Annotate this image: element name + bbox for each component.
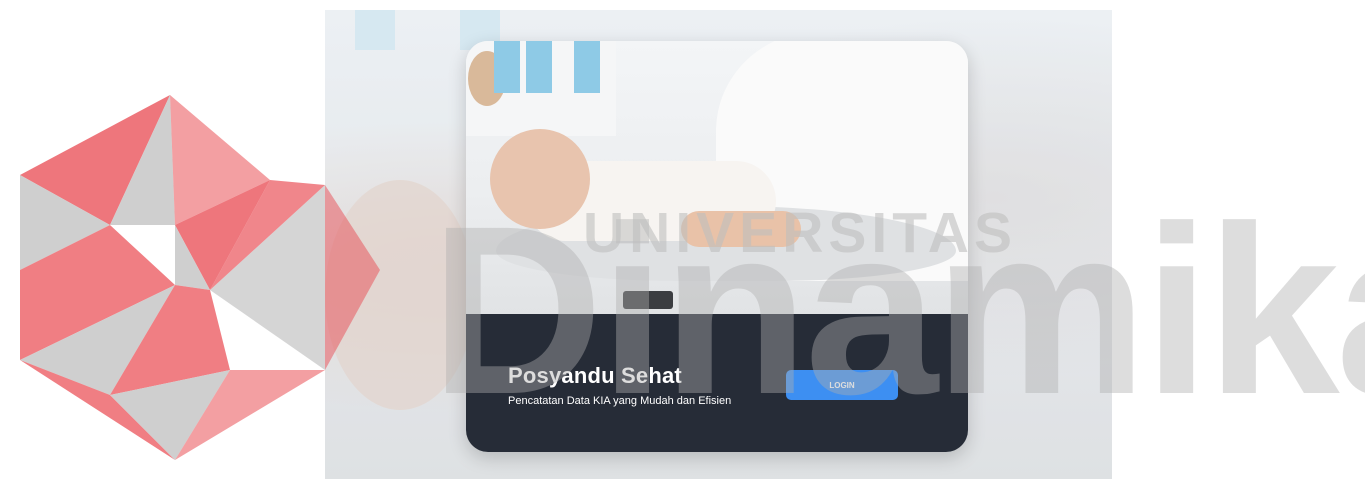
baby-head — [490, 129, 590, 229]
doctor-hand — [681, 211, 801, 247]
login-button[interactable]: LOGIN — [786, 370, 898, 400]
app-subtitle: Pencatatan Data KIA yang Mudah dan Efisi… — [508, 395, 732, 407]
shelf-box — [494, 41, 520, 93]
shelf-box — [574, 41, 600, 93]
login-page: Posyandu Sehat Pencatatan Data KIA yang … — [0, 0, 1365, 479]
scale-display — [623, 291, 673, 309]
login-card: Posyandu Sehat Pencatatan Data KIA yang … — [466, 41, 968, 452]
app-title: Posyandu Sehat — [508, 363, 682, 388]
card-footer: Posyandu Sehat Pencatatan Data KIA yang … — [466, 314, 968, 452]
hero-image-baby-on-scale — [466, 41, 968, 314]
background-baby-blur — [325, 180, 475, 410]
shelf-box — [526, 41, 552, 93]
background-shelf-box — [355, 10, 395, 50]
